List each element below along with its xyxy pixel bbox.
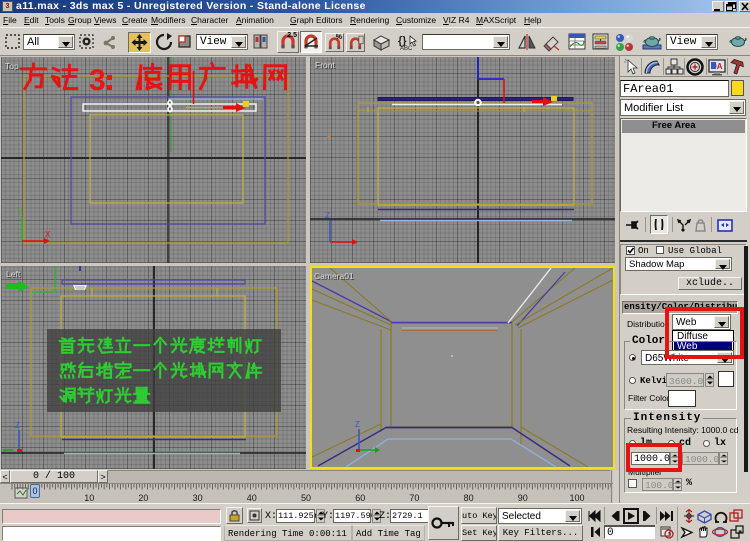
svg-text:Y: Y bbox=[17, 208, 23, 217]
svg-text:90: 90 bbox=[518, 493, 528, 503]
svg-text:X: X bbox=[45, 230, 51, 239]
svg-text:50: 50 bbox=[301, 493, 311, 503]
svg-text:30: 30 bbox=[193, 493, 203, 503]
svg-text:70: 70 bbox=[409, 493, 419, 503]
svg-text:100: 100 bbox=[569, 493, 584, 503]
svg-text:40: 40 bbox=[247, 493, 257, 503]
svg-text:80: 80 bbox=[464, 493, 474, 503]
svg-text:20: 20 bbox=[138, 493, 148, 503]
svg-text:Z: Z bbox=[15, 421, 20, 430]
svg-text:3: 3 bbox=[89, 64, 106, 97]
svg-text:Z: Z bbox=[325, 211, 330, 220]
svg-text:Z: Z bbox=[355, 420, 360, 429]
svg-text:10: 10 bbox=[84, 493, 94, 503]
svg-text:ABC: ABC bbox=[400, 46, 413, 52]
svg-text:60: 60 bbox=[355, 493, 365, 503]
